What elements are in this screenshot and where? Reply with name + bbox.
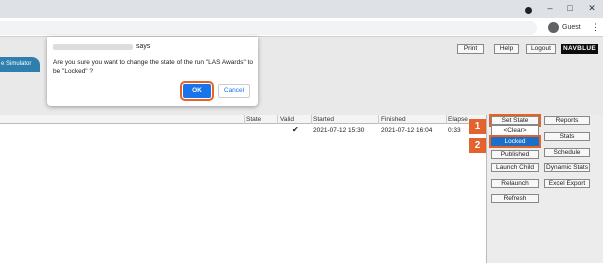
cell-finished[interactable]: 2021-07-12 16:04: [381, 127, 432, 134]
column-divider: [446, 115, 447, 124]
menu-item-clear[interactable]: <Clear>: [491, 126, 539, 135]
minimize-button[interactable]: –: [543, 2, 557, 14]
dynamic-stats-button[interactable]: Dynamic Stats: [544, 163, 590, 172]
browser-menu-icon[interactable]: ⋮: [591, 22, 600, 33]
column-header-valid[interactable]: Valid: [280, 116, 294, 123]
dialog-message: Are you sure you want to change the stat…: [53, 59, 253, 75]
column-divider: [311, 115, 312, 124]
close-button[interactable]: ✕: [585, 2, 599, 14]
profile-label[interactable]: Guest: [562, 24, 581, 31]
refresh-button[interactable]: Refresh: [491, 194, 539, 203]
navblue-logo: NAVBLUE: [561, 44, 598, 54]
column-header-state[interactable]: State: [246, 116, 261, 123]
simulator-tab[interactable]: e Simulator: [0, 57, 40, 72]
published-button[interactable]: Published: [491, 150, 539, 159]
excel-export-button[interactable]: Excel Export: [544, 179, 590, 188]
profile-icon[interactable]: [548, 22, 559, 33]
column-header-elapsed[interactable]: Elapse: [448, 116, 468, 123]
launch-child-button[interactable]: Launch Child: [491, 163, 539, 172]
valid-check-icon: ✔: [292, 125, 299, 134]
screen: – □ ✕ Guest ⋮ e Simulator Print Help Log…: [0, 0, 603, 263]
dialog-origin-redacted: [53, 44, 133, 50]
record-indicator-icon: [525, 7, 532, 14]
reports-button[interactable]: Reports: [544, 116, 590, 125]
callout-badge: 2: [469, 138, 486, 153]
menu-item-locked[interactable]: Locked: [489, 135, 541, 148]
column-divider: [244, 115, 245, 124]
column-divider: [277, 115, 278, 124]
cell-elapsed[interactable]: 0:33: [448, 127, 461, 134]
set-state-button[interactable]: Set State: [489, 114, 541, 127]
address-bar[interactable]: [0, 21, 537, 35]
column-divider: [378, 115, 379, 124]
print-button[interactable]: Print: [457, 44, 484, 54]
cancel-button[interactable]: Cancel: [218, 84, 250, 98]
cell-started[interactable]: 2021-07-12 15:30: [313, 127, 364, 134]
browser-titlebar: [0, 0, 603, 18]
dialog-says-label: says: [136, 43, 151, 50]
maximize-button[interactable]: □: [563, 2, 577, 14]
schedule-button[interactable]: Schedule: [544, 148, 590, 157]
runs-table: [0, 115, 486, 263]
help-button[interactable]: Help: [494, 44, 519, 54]
table-header: [0, 115, 486, 124]
column-header-finished[interactable]: Finished: [381, 116, 406, 123]
logout-button[interactable]: Logout: [526, 44, 556, 54]
callout-badge: 1: [469, 119, 486, 134]
ok-button[interactable]: OK: [180, 81, 214, 101]
stats-button[interactable]: Stats: [544, 132, 590, 141]
relaunch-button[interactable]: Relaunch: [491, 179, 539, 188]
column-header-started[interactable]: Started: [313, 116, 334, 123]
